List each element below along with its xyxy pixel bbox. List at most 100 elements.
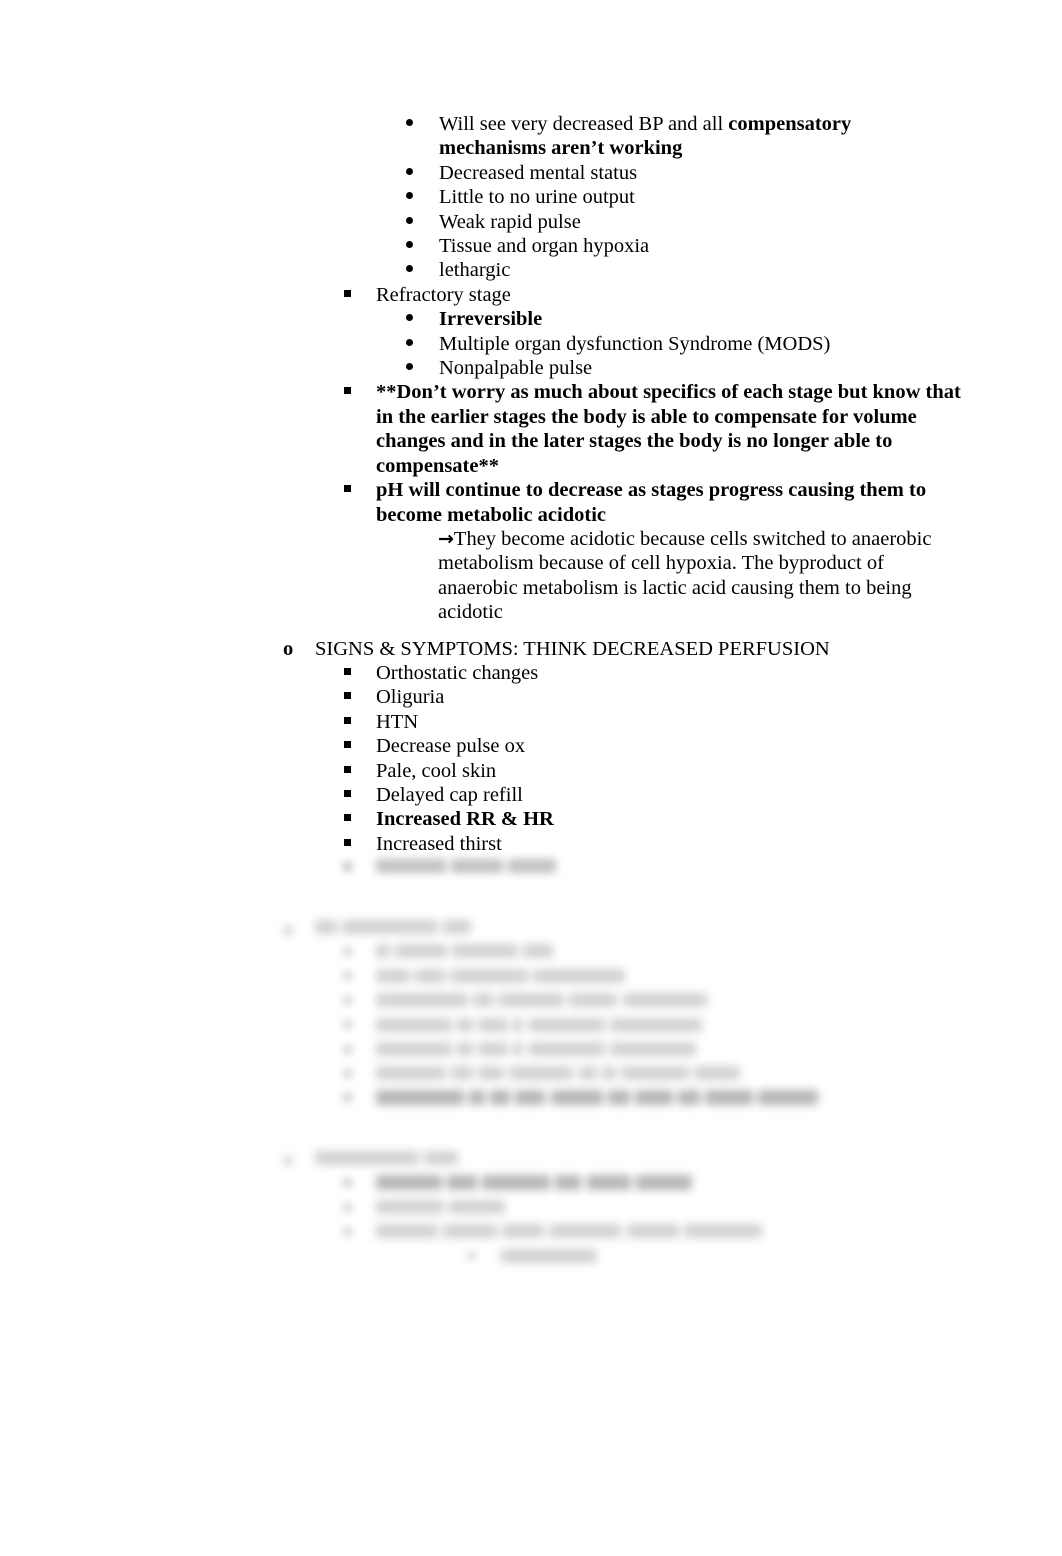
list-item: Increased RR & HR [0, 807, 1062, 831]
list-item-text: Irreversible [439, 308, 543, 331]
note-ph-decrease: pH will continue to decrease as stages p… [0, 478, 1062, 527]
bullet-square-icon [344, 1087, 376, 1111]
bullet-square-icon [344, 990, 376, 1014]
document-body: Will see very decreased BP and all compe… [0, 112, 1062, 1270]
note-text: pH will continue to decrease as stages p… [376, 479, 927, 526]
bullet-dot-icon [406, 356, 439, 380]
list-item-text: Orthostatic changes [376, 661, 539, 684]
bullet-dot-icon [468, 1245, 501, 1269]
list-item-text: Pale, cool skin [376, 759, 497, 782]
list-item: Delayed cap refill [0, 783, 1062, 807]
list-item-text: Nonpalpable pulse [439, 357, 593, 380]
obscured-list-item [0, 856, 1062, 880]
bullet-square-icon [344, 832, 376, 856]
obscured-list-item [0, 1172, 1062, 1196]
obscured-text [315, 1148, 955, 1172]
list-item: Decreased mental status [0, 161, 1062, 185]
list-item: Tissue and organ hypoxia [0, 234, 1062, 258]
bullet-square-icon [344, 1221, 376, 1245]
list-item-text: Little to no urine output [439, 186, 635, 209]
bullet-dot-icon [406, 234, 439, 258]
obscured-list-item [0, 1014, 1062, 1038]
list-item-text: Tissue and organ hypoxia [439, 235, 650, 258]
obscured-list-item [0, 941, 1062, 965]
bullet-square-icon [344, 1172, 376, 1196]
list-item: Increased thirst [0, 832, 1062, 856]
obscured-text [376, 1014, 970, 1038]
bullet-square-icon [344, 1039, 376, 1063]
section-heading-text: Refractory stage [376, 283, 511, 306]
bullet-square-icon [344, 661, 376, 685]
obscured-list-item [0, 1063, 1062, 1087]
obscured-content-region: o o [0, 856, 1062, 1270]
note-dont-worry: **Don’t worry as much about specifics of… [0, 380, 1062, 478]
bullet-square-icon [344, 941, 376, 965]
obscured-list-item [0, 1039, 1062, 1063]
bullet-circle-letter-icon: o [283, 637, 294, 660]
bullet-dot-icon [406, 258, 439, 282]
list-item-text: lethargic [439, 259, 511, 282]
obscured-text [376, 1087, 970, 1111]
obscured-text [376, 941, 970, 965]
list-item-text: Weak rapid pulse [439, 210, 581, 233]
bullet-square-icon [344, 380, 376, 404]
bullet-dot-icon [406, 307, 439, 331]
bullet-square-icon [344, 734, 376, 758]
list-item: HTN [0, 710, 1062, 734]
list-item-text: Multiple organ dysfunction Syndrome (MOD… [439, 332, 831, 355]
obscured-list-item [0, 990, 1062, 1014]
acidosis-explanation: →They become acidotic because cells swit… [0, 527, 1062, 625]
obscured-text [376, 856, 970, 880]
bullet-square-icon [344, 783, 376, 807]
obscured-list-item [0, 1221, 1062, 1245]
list-item-text: Delayed cap refill [376, 783, 523, 806]
list-item: Nonpalpable pulse [0, 356, 1062, 380]
bullet-circle-letter-icon: o [283, 917, 294, 940]
obscured-text [376, 965, 970, 989]
bullet-dot-icon [406, 332, 439, 356]
list-item-text: Will see very decreased BP and all compe… [439, 112, 939, 161]
list-item: Will see very decreased BP and all compe… [0, 112, 1062, 161]
obscured-text [376, 1063, 970, 1087]
obscured-text [376, 1197, 970, 1221]
bullet-square-icon [344, 685, 376, 709]
list-item-text: Oliguria [376, 686, 445, 709]
acidosis-explanation-body: They become acidotic because cells switc… [438, 527, 932, 624]
acidosis-explanation-text: →They become acidotic because cells swit… [438, 527, 938, 625]
bullet-square-icon [344, 856, 376, 880]
list-item-text: Increased thirst [376, 832, 502, 855]
list-item: lethargic [0, 258, 1062, 282]
list-item-text: Decrease pulse ox [376, 735, 526, 758]
section-heading-text: SIGNS & SYMPTOMS: THINK DECREASED PERFUS… [315, 637, 830, 660]
bullet-dot-icon [406, 210, 439, 234]
bullet-circle-letter-icon: o [283, 1148, 294, 1171]
obscured-list-item [0, 965, 1062, 989]
list-item-text: Increased RR & HR [376, 808, 554, 831]
obscured-section-heading: o [0, 1148, 1062, 1172]
bullet-square-icon [344, 965, 376, 989]
section-heading-refractory-stage: Refractory stage [0, 283, 1062, 307]
list-item-text: HTN [376, 710, 419, 733]
bullet-square-icon [344, 283, 376, 307]
list-item: Little to no urine output [0, 185, 1062, 209]
bullet-dot-icon [406, 112, 439, 136]
text-segment-plain: Will see very decreased BP and all [439, 113, 729, 135]
obscured-text [501, 1245, 1062, 1269]
obscured-text [376, 1221, 970, 1245]
obscured-text [376, 1039, 970, 1063]
bullet-dot-icon [406, 185, 439, 209]
list-item: Orthostatic changes [0, 661, 1062, 685]
obscured-list-item [0, 1197, 1062, 1221]
list-item: Irreversible [0, 307, 1062, 331]
obscured-text [315, 917, 955, 941]
bullet-dot-icon [406, 161, 439, 185]
obscured-list-item [0, 1087, 1062, 1111]
list-item-text: Decreased mental status [439, 161, 638, 184]
bullet-square-icon [344, 478, 376, 502]
obscured-text [376, 1172, 970, 1196]
list-item: Pale, cool skin [0, 759, 1062, 783]
bullet-square-icon [344, 1063, 376, 1087]
section-heading-signs-symptoms: o SIGNS & SYMPTOMS: THINK DECREASED PERF… [0, 637, 1062, 661]
obscured-text [376, 990, 970, 1014]
bullet-square-icon [344, 710, 376, 734]
